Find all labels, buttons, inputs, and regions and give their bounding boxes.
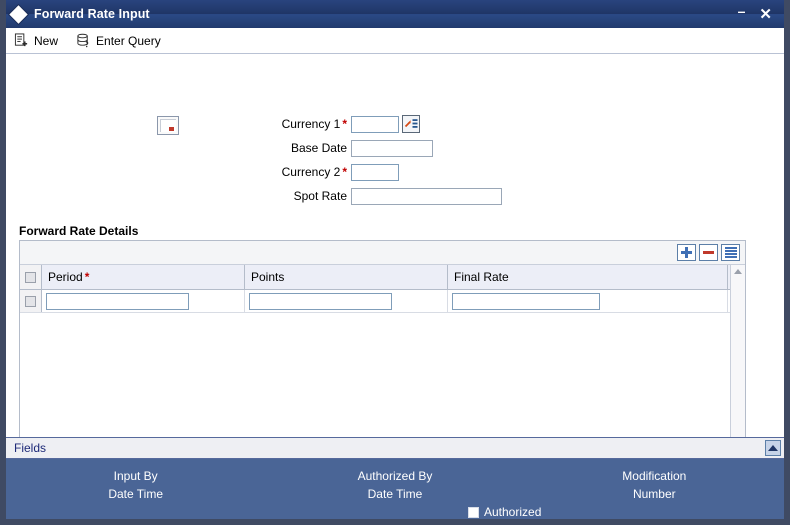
authorized-by-label: Authorized By	[357, 469, 433, 483]
window-title: Forward Rate Input	[34, 7, 150, 21]
close-button[interactable]: ✕	[759, 7, 772, 22]
footer-authorized-by: Authorized By Date Time	[265, 467, 524, 503]
footer-modification-number: Modification Number	[525, 467, 784, 503]
minimize-button[interactable]: –	[738, 4, 746, 18]
list-of-values-icon	[404, 119, 418, 128]
currency-1-label: Currency 1 *	[281, 117, 347, 131]
form-content: Currency 1 * Base Date Currency 2 * Spot…	[6, 54, 784, 467]
column-header-period[interactable]: Period *	[42, 265, 245, 289]
required-marker: *	[342, 117, 347, 131]
section-title-forward-rate-details: Forward Rate Details	[19, 224, 139, 238]
fields-bar: Fields	[6, 437, 784, 459]
forward-rate-details-grid: Period * Points Final Rate	[19, 240, 746, 467]
column-header-points[interactable]: Points	[245, 265, 448, 289]
authorized-by-datetime-label: Date Time	[367, 487, 423, 501]
column-header-final-rate[interactable]: Final Rate	[448, 265, 728, 289]
input-by-datetime-label: Date Time	[108, 487, 163, 501]
required-marker: *	[84, 270, 90, 284]
diamond-icon	[9, 4, 28, 24]
footer-input-by: Input By Date Time	[6, 467, 265, 503]
field-row-currency-1: Currency 1 *	[276, 114, 502, 134]
status-checkboxes: Authorized Open	[468, 505, 541, 519]
delete-row-button[interactable]	[699, 244, 718, 261]
currency-1-lov-button[interactable]	[402, 115, 420, 133]
cell-points	[245, 290, 448, 312]
authorized-checkbox-row: Authorized	[468, 505, 541, 519]
authorized-checkbox[interactable]	[468, 506, 479, 518]
action-toolbar: New Enter Query	[6, 28, 784, 54]
select-all-checkbox[interactable]	[25, 271, 36, 283]
add-row-button[interactable]	[677, 244, 696, 261]
number-label: Number	[632, 487, 676, 501]
currency-2-input[interactable]	[351, 163, 399, 181]
new-button[interactable]: New	[14, 33, 58, 48]
field-row-spot-rate: Spot Rate	[276, 186, 502, 206]
scroll-up-icon[interactable]	[734, 269, 742, 274]
field-row-currency-2: Currency 2 *	[276, 162, 502, 182]
field-row-base-date: Base Date	[276, 138, 502, 158]
title-bar: Forward Rate Input – ✕	[6, 0, 784, 28]
new-document-icon	[14, 33, 28, 47]
base-date-input[interactable]	[351, 139, 433, 157]
select-all-cell[interactable]	[20, 265, 42, 289]
modification-label: Modification	[622, 469, 687, 483]
enter-query-button-label: Enter Query	[96, 33, 161, 48]
spot-rate-label: Spot Rate	[293, 189, 347, 203]
grid-header-row: Period * Points Final Rate	[20, 265, 745, 290]
database-query-icon	[77, 33, 89, 48]
window-controls: – ✕	[738, 4, 780, 22]
spot-rate-input[interactable]	[351, 187, 502, 205]
expand-up-button[interactable]	[765, 440, 781, 456]
minus-icon	[703, 251, 714, 254]
list-icon	[724, 247, 737, 258]
grid-vertical-scrollbar[interactable]	[730, 265, 745, 447]
input-by-label: Input By	[113, 469, 158, 483]
status-footer: Input By Date Time Authorized By Date Ti…	[6, 459, 784, 519]
base-date-label: Base Date	[290, 141, 347, 155]
table-row	[20, 290, 745, 313]
cell-period	[42, 290, 245, 312]
forward-rate-input-window: Forward Rate Input – ✕ New Enter Query C…	[0, 0, 790, 525]
points-input[interactable]	[249, 292, 392, 310]
new-button-label: New	[34, 33, 59, 48]
header-form: Currency 1 * Base Date Currency 2 * Spot…	[276, 114, 502, 210]
period-input[interactable]	[46, 292, 189, 310]
authorized-checkbox-label: Authorized	[484, 505, 542, 519]
row-select-checkbox[interactable]	[25, 295, 36, 307]
row-select-cell[interactable]	[20, 290, 42, 312]
grid-view-button[interactable]	[721, 244, 740, 261]
cell-final-rate	[448, 290, 728, 312]
required-marker: *	[342, 165, 347, 179]
enter-query-button[interactable]: Enter Query	[76, 33, 161, 48]
fields-link[interactable]: Fields	[14, 441, 46, 455]
footer-columns: Input By Date Time Authorized By Date Ti…	[6, 459, 784, 503]
currency-2-label: Currency 2 *	[281, 165, 347, 179]
grid-toolbar	[20, 241, 745, 265]
final-rate-input[interactable]	[452, 292, 600, 310]
image-placeholder-icon[interactable]	[157, 116, 179, 135]
currency-1-input[interactable]	[351, 115, 399, 133]
expand-up-icon	[768, 445, 778, 451]
